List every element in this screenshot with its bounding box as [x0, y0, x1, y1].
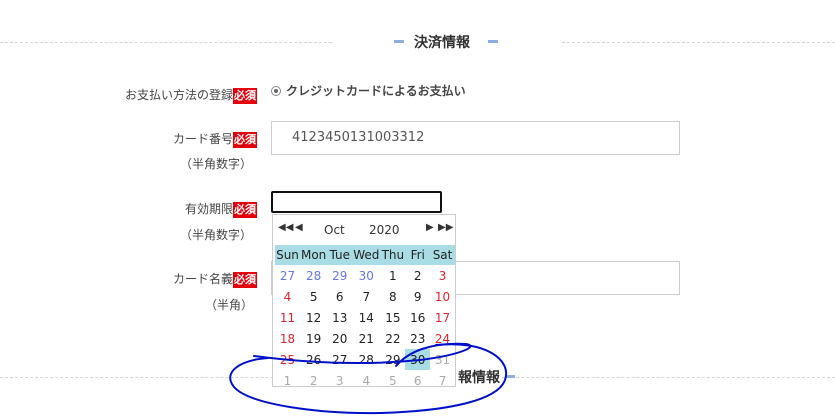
expiry-label-text: 有効期限: [184, 202, 233, 216]
required-badge: 必須: [233, 132, 257, 148]
calendar-grid: Sun Mon Tue Wed Thu Fri Sat 27 28 29 30 1 2 3 4 5 6 7 8 9 1…: [275, 245, 455, 391]
calendar-day[interactable]: 27: [275, 265, 300, 286]
card-name-label: カード名義必須: [173, 270, 257, 288]
calendar-day[interactable]: 28: [300, 265, 327, 286]
calendar-day[interactable]: 27: [327, 349, 352, 370]
section-title-bottom: 報情報: [456, 367, 502, 387]
calendar-week-row: 18 19 20 21 22 23 24: [275, 328, 455, 349]
calendar-year[interactable]: 2020: [369, 223, 400, 237]
weekday-header: Wed: [352, 245, 381, 265]
weekday-header: Sat: [430, 245, 455, 265]
calendar-day[interactable]: 6: [327, 286, 352, 307]
weekday-header: Sun: [275, 245, 300, 265]
weekday-header: Mon: [299, 245, 328, 265]
calendar-week-row: 27 28 29 30 1 2 3: [275, 265, 455, 286]
prev-year-button[interactable]: ◀◀: [278, 222, 293, 233]
card-number-label-text: カード番号: [172, 132, 233, 146]
calendar-day[interactable]: 17: [430, 307, 455, 328]
weekday-header: Thu: [380, 245, 406, 265]
calendar-day[interactable]: 6: [405, 370, 430, 391]
required-badge: 必須: [233, 272, 257, 288]
card-name-hint: （半角）: [205, 298, 254, 312]
calendar-day[interactable]: 14: [352, 307, 380, 328]
card-number-label: カード番号必須: [173, 130, 257, 148]
calendar-day[interactable]: 24: [430, 328, 455, 349]
section-title-bar-bottom: [505, 375, 515, 378]
payment-method-label: お支払い方法の登録必須: [125, 86, 257, 104]
calendar-day[interactable]: 3: [327, 370, 352, 391]
calendar-day[interactable]: 1: [275, 370, 300, 391]
calendar-week-row: 1234567: [275, 370, 455, 391]
calendar-day[interactable]: 16: [405, 307, 430, 328]
calendar-day[interactable]: 26: [300, 349, 327, 370]
calendar-day[interactable]: 20: [327, 328, 352, 349]
calendar-day[interactable]: 5: [300, 286, 327, 307]
calendar-day[interactable]: 11: [275, 307, 300, 328]
calendar-week-row: 11 12 13 14 15 16 17: [275, 307, 455, 328]
calendar-day[interactable]: 30: [352, 265, 380, 286]
weekday-header: Tue: [327, 245, 353, 265]
weekday-header: Fri: [405, 245, 431, 265]
divider-right: [562, 42, 835, 43]
next-month-button[interactable]: ▶: [426, 222, 434, 233]
calendar-week-row: 4 5 6 7 8 9 10: [275, 286, 455, 307]
expiry-hint: （半角数字）: [180, 228, 253, 242]
calendar-body: 27 28 29 30 1 2 3 4 5 6 7 8 9 10 11 12 13 14 15 16 17 18 19 20 2…: [275, 265, 455, 391]
calendar-day[interactable]: 21: [352, 328, 380, 349]
required-badge: 必須: [233, 202, 257, 218]
calendar-day[interactable]: 7: [352, 286, 380, 307]
calendar-day[interactable]: 2: [300, 370, 327, 391]
prev-month-button[interactable]: ◀: [295, 222, 303, 233]
calendar-day[interactable]: 29: [380, 349, 405, 370]
calendar-day[interactable]: 4: [352, 370, 380, 391]
calendar-day[interactable]: 2: [405, 265, 430, 286]
section-title-bar-right: [488, 40, 498, 43]
datepicker-popup: ◀◀ ◀ Oct 2020 ▶ ▶▶ Sun Mon Tue Wed Thu Fri Sat…: [272, 214, 456, 388]
payment-method-option-label: クレジットカードによるお支払い: [286, 84, 466, 98]
calendar-day[interactable]: 12: [300, 307, 327, 328]
calendar-day[interactable]: 4: [275, 286, 300, 307]
calendar-day[interactable]: 7: [430, 370, 455, 391]
calendar-day[interactable]: 22: [380, 328, 405, 349]
calendar-day[interactable]: 9: [405, 286, 430, 307]
calendar-day[interactable]: 28: [352, 349, 380, 370]
calendar-day[interactable]: 18: [275, 328, 300, 349]
calendar-day[interactable]: 15: [380, 307, 405, 328]
weekday-header-row: Sun Mon Tue Wed Thu Fri Sat: [275, 245, 455, 265]
card-name-label-text: カード名義: [172, 272, 233, 286]
calendar-day[interactable]: 23: [405, 328, 430, 349]
calendar-week-row: 25 26 27 28 29 30 31: [275, 349, 455, 370]
calendar-day[interactable]: 5: [380, 370, 405, 391]
calendar-day[interactable]: 30: [405, 349, 431, 370]
card-number-hint: （半角数字）: [180, 157, 253, 171]
next-year-button[interactable]: ▶▶: [438, 222, 453, 233]
calendar-day[interactable]: 31: [430, 349, 455, 370]
payment-method-label-text: お支払い方法の登録: [124, 88, 233, 102]
calendar-day[interactable]: 8: [380, 286, 405, 307]
calendar-day[interactable]: 3: [430, 265, 455, 286]
expiry-field[interactable]: [271, 191, 442, 213]
calendar-day[interactable]: 10: [430, 286, 455, 307]
calendar-day[interactable]: 25: [275, 349, 300, 370]
section-title-bar-left: [394, 40, 404, 43]
payment-method-option[interactable]: クレジットカードによるお支払い: [271, 82, 466, 99]
calendar-day[interactable]: 1: [380, 265, 405, 286]
required-badge: 必須: [233, 88, 257, 104]
calendar-day[interactable]: 29: [327, 265, 352, 286]
card-number-field[interactable]: 4123450131003312: [271, 121, 680, 155]
calendar-day[interactable]: 19: [300, 328, 327, 349]
radio-button[interactable]: [271, 86, 281, 96]
section-title: 決済情報: [414, 35, 470, 51]
calendar-month[interactable]: Oct: [324, 223, 345, 237]
calendar-day[interactable]: 13: [327, 307, 352, 328]
divider-left: [0, 42, 332, 43]
expiry-label: 有効期限必須: [185, 200, 257, 218]
